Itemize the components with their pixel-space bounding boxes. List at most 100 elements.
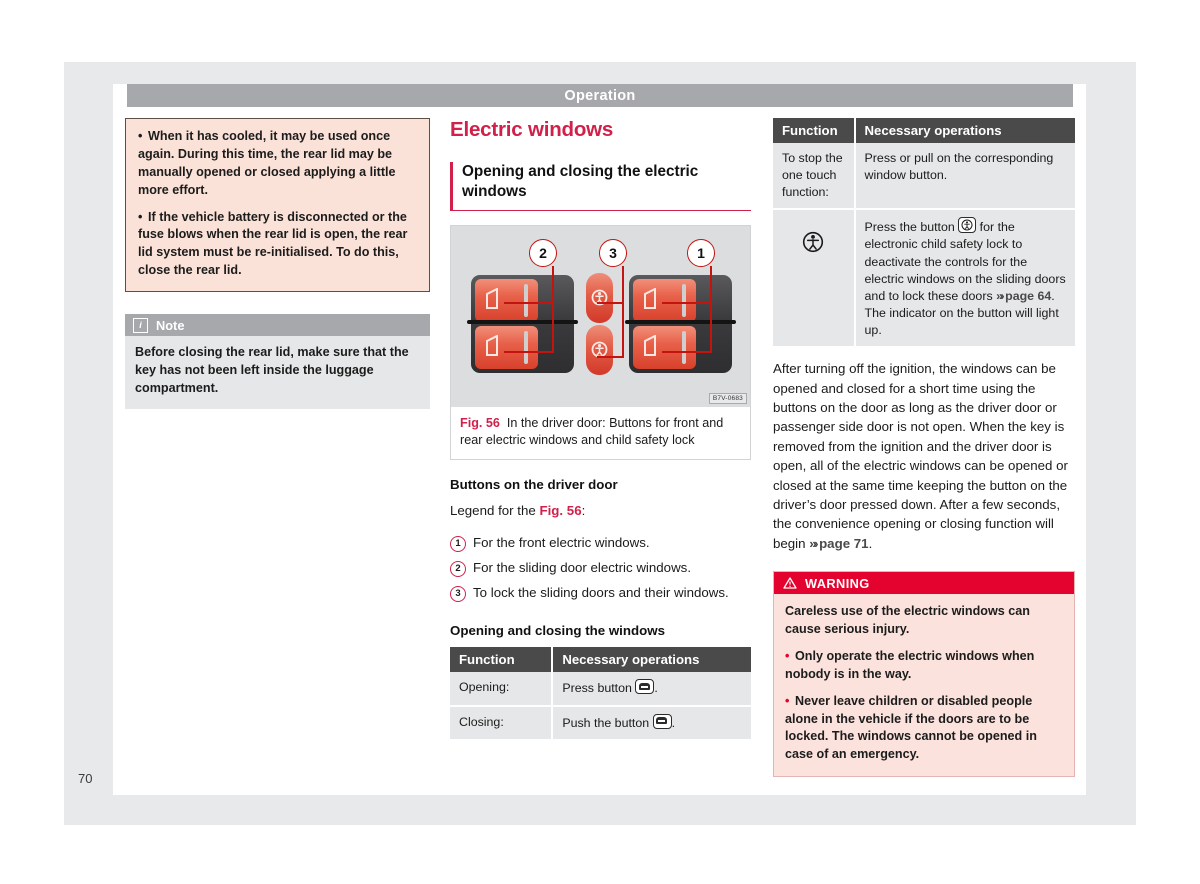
page-reference-label: page 64: [1005, 288, 1052, 303]
switch-pack-left: [467, 274, 578, 373]
warning-paragraph: Careless use of the electric windows can…: [785, 604, 1030, 637]
subsection-heading-wrap: Opening and closing the electric windows: [450, 162, 751, 211]
legend-intro-after: :: [581, 503, 586, 519]
right-column: Function Necessary operations To stop th…: [773, 118, 1075, 778]
child-safety-lock-button-icon: [958, 217, 977, 234]
caution-bullet-text: If the vehicle battery is disconnected o…: [138, 209, 408, 278]
callout-leader: [622, 265, 625, 358]
section-banner-label: Operation: [564, 87, 636, 104]
window-button-icon: [635, 679, 655, 695]
legend-intro-figref: Fig. 56: [539, 503, 582, 519]
note-box-text: Before closing the rear lid, make sure t…: [125, 336, 430, 409]
note-box: i Note Before closing the rear lid, make…: [125, 314, 430, 409]
legend-item: 3 To lock the sliding doors and their wi…: [450, 584, 751, 603]
switch-slot: [524, 283, 528, 317]
legend-marker-2: 2: [450, 560, 466, 577]
window-pictogram: [644, 287, 656, 309]
table-row: Opening: Press button .: [450, 672, 751, 707]
page-reference[interactable]: »› page 71: [809, 536, 868, 551]
callout-leader: [504, 350, 554, 353]
callout-marker-3: 3: [599, 238, 627, 267]
operation-text-before: Press button: [562, 681, 636, 696]
middle-column: Electric windows Opening and closing the…: [450, 118, 751, 739]
bullet-marker: •: [785, 648, 790, 663]
body-text-after: .: [868, 535, 873, 551]
chevron-right-icon: »›: [996, 288, 1005, 303]
warning-box-header: WARNING: [774, 572, 1074, 595]
legend-intro: Legend for the Fig. 56:: [450, 501, 751, 520]
callout-leader: [662, 350, 712, 353]
table-cell-operation: Press the button for the electronic chil…: [854, 209, 1075, 347]
figure-illustration: 2 3 1 B7V-0683: [451, 225, 750, 407]
bullet-marker: •: [138, 209, 143, 224]
figure-code-label: B7V-0683: [708, 392, 747, 404]
table-cell-operation: Push the button .: [552, 705, 751, 739]
table-row: Press the button for the electronic chil…: [773, 209, 1075, 347]
callout-leader: [597, 301, 624, 304]
note-box-header: i Note: [125, 314, 430, 336]
buttons-heading: Buttons on the driver door: [450, 477, 618, 493]
section-banner: Operation: [127, 84, 1073, 107]
warning-bullet-text: Never leave children or disabled people …: [785, 693, 1037, 762]
callout-marker-1: 1: [687, 238, 715, 267]
left-column: • When it has cooled, it may be used once…: [125, 118, 430, 409]
operation-text-part1: Press the button: [864, 220, 959, 235]
table-header-function: Function: [773, 118, 856, 143]
legend-marker-1: 1: [450, 535, 466, 552]
table-cell-operation: Press or pull on the corresponding windo…: [854, 143, 1075, 211]
caution-bullet-text: When it has cooled, it may be used once …: [138, 129, 396, 197]
operation-text-after: .: [671, 715, 676, 730]
window-pictogram: [644, 334, 656, 356]
callout-leader: [710, 265, 713, 353]
warning-box-body: Careless use of the electric windows can…: [774, 594, 1074, 777]
table-header-row: Function Necessary operations: [450, 647, 751, 673]
bullet-marker: •: [785, 693, 790, 708]
table-cell-function: To stop the one touch function:: [773, 143, 856, 211]
legend-text: To lock the sliding doors and their wind…: [473, 584, 729, 600]
callout-leader: [504, 301, 554, 304]
caution-bullet-box: • When it has cooled, it may be used once…: [125, 118, 430, 292]
subsection-heading: Opening and closing the electric windows: [462, 163, 699, 201]
child-safety-lock-icon: [803, 232, 824, 253]
bullet-marker: •: [138, 129, 143, 143]
callout-marker-2: 2: [529, 238, 557, 267]
info-icon-glyph: i: [139, 319, 142, 330]
right-body-paragraph: After turning off the ignition, the wind…: [773, 359, 1075, 553]
switch-slot: [682, 283, 686, 317]
body-text-before: After turning off the ignition, the wind…: [773, 361, 1068, 551]
caution-bullet-item: • If the vehicle battery is disconnected …: [138, 209, 417, 281]
switch-slot: [524, 330, 528, 364]
functions-table: Function Necessary operations To stop th…: [773, 118, 1075, 347]
table-header-row: Function Necessary operations: [773, 118, 1075, 143]
figure-caption: Fig. 56 In the driver door: Buttons for …: [451, 406, 750, 460]
caution-bullet-item: • When it has cooled, it may be used once…: [138, 128, 417, 200]
window-pictogram: [486, 334, 498, 356]
page-reference-label: page 71: [819, 535, 869, 551]
legend-intro-before: Legend for the: [450, 503, 540, 519]
page-reference[interactable]: »› page 64: [996, 289, 1051, 303]
legend-list: 1 For the front electric windows. 2 For …: [450, 534, 751, 603]
callout-leader: [662, 301, 712, 304]
opening-closing-table: Function Necessary operations Opening: P…: [450, 647, 751, 739]
switch-slot: [682, 330, 686, 364]
figure-caption-label: Fig. 56: [460, 415, 500, 430]
warning-bullet-text: Only operate the electric windows when n…: [785, 648, 1035, 681]
warning-bullet-item: • Only operate the electric windows when …: [785, 648, 1063, 684]
table-row: To stop the one touch function: Press or…: [773, 143, 1075, 211]
warning-bullet-item: • Never leave children or disabled people…: [785, 693, 1063, 765]
table-header-operations: Necessary operations: [854, 118, 1075, 143]
window-button-icon: [652, 713, 672, 729]
table-cell-function-icon: [773, 209, 856, 347]
warning-triangle-icon: [783, 577, 797, 589]
operation-text-before: Push the button: [562, 715, 653, 730]
switch-pack-right: [625, 274, 736, 373]
warning-box: WARNING Careless use of the electric win…: [773, 571, 1075, 778]
info-icon: i: [133, 317, 148, 333]
table-cell-function: Closing:: [450, 705, 554, 739]
callout-leader: [597, 355, 624, 358]
figure-card: 2 3 1 B7V-0683 Fig. 56 In the driver doo…: [450, 224, 751, 461]
window-pictogram: [486, 287, 498, 309]
legend-text: For the sliding door electric windows.: [473, 559, 692, 575]
note-box-title: Note: [156, 317, 185, 333]
page-number: 70: [78, 771, 93, 786]
